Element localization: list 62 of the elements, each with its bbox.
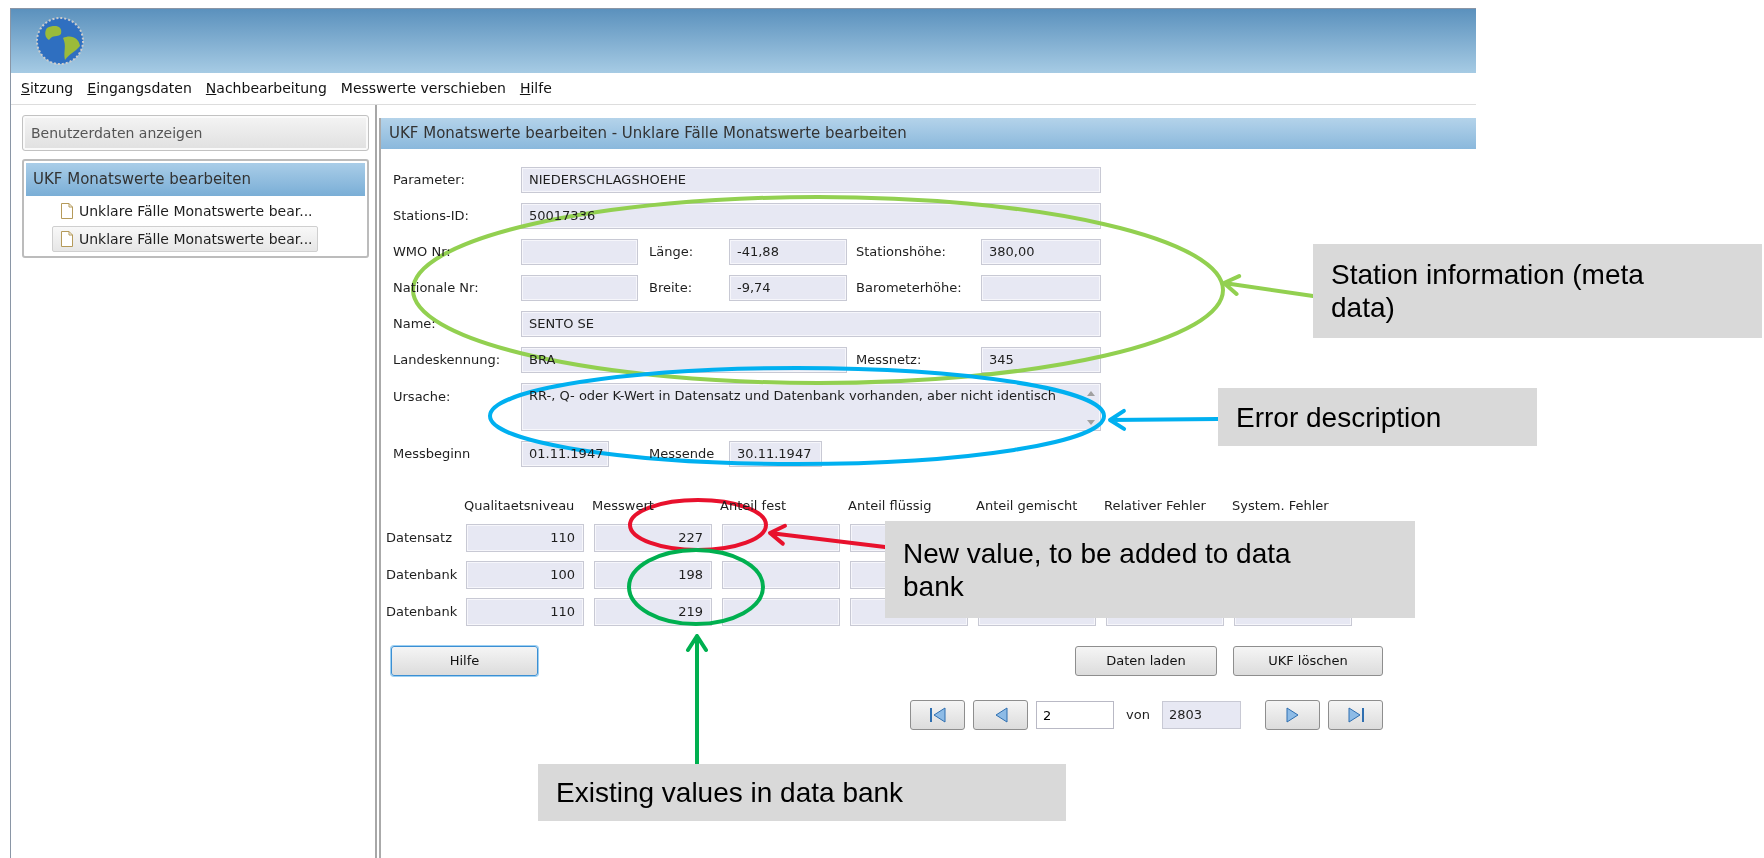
menu-item[interactable]: Hilfe bbox=[519, 78, 552, 99]
row-label: Datensatz bbox=[386, 529, 453, 548]
row-label: Datenbank bbox=[386, 603, 459, 622]
callout-label: New value, to be added to data bank bbox=[885, 521, 1415, 618]
field-label: Länge: bbox=[649, 243, 695, 262]
read-only-field: NIEDERSCHLAGSHOEHE bbox=[521, 167, 1101, 193]
table-cell: 198 bbox=[594, 561, 712, 589]
globe-icon bbox=[35, 16, 85, 66]
column-header: System. Fehler bbox=[1232, 496, 1330, 515]
field-label: Messende bbox=[649, 445, 716, 464]
last-page-icon bbox=[1346, 707, 1365, 723]
table-cell: 100 bbox=[466, 561, 584, 589]
field-label: Messbeginn bbox=[393, 445, 472, 464]
document-icon bbox=[61, 231, 73, 247]
field-label: Stationshöhe: bbox=[856, 243, 947, 262]
page-total-field: 2803 bbox=[1162, 701, 1241, 729]
field-label: Landeskennung: bbox=[393, 351, 502, 370]
row-label: Datenbank bbox=[386, 566, 459, 585]
panel-title: UKF Monatswerte bearbeiten - Unklare Fälle Monatswerte bearbeiten bbox=[379, 118, 1476, 149]
column-header: Anteil flüssig bbox=[848, 496, 933, 515]
first-page-icon bbox=[928, 707, 947, 723]
field-label: Messnetz: bbox=[856, 351, 923, 370]
field-label: Stations-ID: bbox=[393, 207, 470, 226]
first-page-button[interactable] bbox=[910, 700, 966, 730]
field-label: Name: bbox=[393, 315, 437, 334]
menu-item[interactable]: Messwerte verschieben bbox=[340, 78, 506, 99]
help-button[interactable]: Hilfe bbox=[391, 646, 538, 676]
menu-item[interactable]: Nachbearbeitung bbox=[205, 78, 327, 99]
field-label: Barometerhöhe: bbox=[856, 279, 963, 298]
read-only-field: -41,88 bbox=[729, 239, 847, 265]
tree-group-header[interactable]: UKF Monatswerte bearbeiten bbox=[26, 163, 365, 196]
field-label: Breite: bbox=[649, 279, 694, 298]
read-only-field: -9,74 bbox=[729, 275, 847, 301]
last-page-button[interactable] bbox=[1328, 700, 1383, 730]
column-header: Anteil gemischt bbox=[976, 496, 1079, 515]
tree-item[interactable]: Unklare Fälle Monatswerte bear... bbox=[52, 226, 318, 252]
tree-item[interactable]: Unklare Fälle Monatswerte bear... bbox=[52, 198, 318, 224]
next-page-button[interactable] bbox=[1265, 700, 1320, 730]
of-label: von bbox=[1126, 706, 1150, 725]
read-only-field: RR-, Q- oder K-Wert in Datensatz und Datenbank vorhanden, aber nicht identisch bbox=[521, 383, 1101, 431]
table-cell: 110 bbox=[466, 524, 584, 552]
column-header: Qualitaetsniveau bbox=[464, 496, 576, 515]
callout-label: Existing values in data bank bbox=[538, 764, 1066, 821]
read-only-field: 380,00 bbox=[981, 239, 1101, 265]
column-header: Messwert bbox=[592, 496, 655, 515]
sidebar-button[interactable]: Benutzerdaten anzeigen bbox=[22, 115, 369, 151]
next-page-icon bbox=[1285, 707, 1300, 723]
delete-button[interactable]: UKF löschen bbox=[1233, 646, 1383, 676]
callout-label: Station information (meta data) bbox=[1313, 244, 1762, 338]
menu-item[interactable]: Eingangsdaten bbox=[87, 78, 192, 99]
read-only-field: SENTO SE bbox=[521, 311, 1101, 337]
document-icon bbox=[61, 203, 73, 219]
table-cell: 110 bbox=[466, 598, 584, 626]
field-label: Parameter: bbox=[393, 171, 466, 190]
menu-item[interactable]: Sitzung bbox=[21, 78, 74, 99]
previous-page-button[interactable] bbox=[973, 700, 1029, 730]
callout-label: Error description bbox=[1218, 388, 1537, 446]
load-data-button[interactable]: Daten laden bbox=[1075, 646, 1217, 676]
page-number-field[interactable]: 2 bbox=[1036, 701, 1115, 729]
previous-page-icon bbox=[993, 707, 1008, 723]
field-label: Ursache: bbox=[393, 388, 452, 406]
column-header: Relativer Fehler bbox=[1104, 496, 1207, 515]
